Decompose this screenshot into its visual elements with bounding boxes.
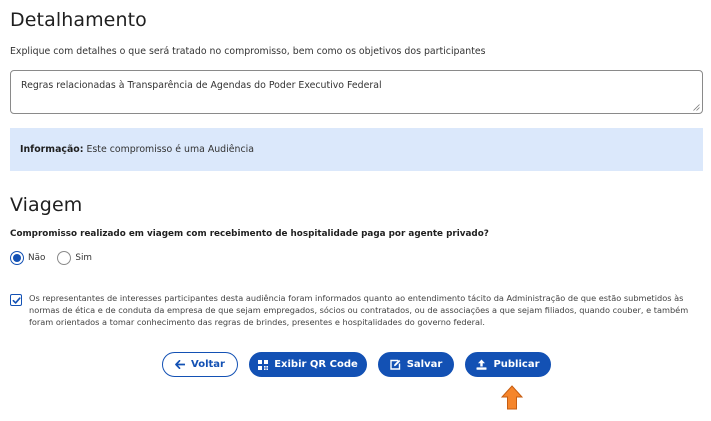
- arrow-left-icon: [175, 360, 186, 369]
- upload-icon: [476, 359, 487, 370]
- radio-nao[interactable]: [10, 251, 24, 265]
- radio-sim[interactable]: [57, 251, 72, 265]
- detalhamento-textarea[interactable]: Regras relacionadas à Transparência de A…: [10, 70, 703, 114]
- radio-nao-label[interactable]: Não: [28, 253, 45, 263]
- edit-icon: [390, 359, 401, 370]
- info-alert: Informação: Este compromisso é uma Audiê…: [10, 128, 703, 171]
- declaration-text[interactable]: Os representantes de interesses particip…: [29, 292, 700, 328]
- declaration-checkbox[interactable]: [10, 294, 22, 306]
- exibir-qr-code-button-label: Exibir QR Code: [274, 359, 358, 370]
- section-title-viagem: Viagem: [10, 194, 83, 216]
- radio-sim-label[interactable]: Sim: [75, 253, 92, 263]
- resize-grip-icon[interactable]: [693, 104, 700, 111]
- detalhamento-description: Explique com detalhes o que será tratado…: [10, 46, 486, 57]
- info-alert-label: Informação:: [20, 144, 84, 155]
- arrow-up-icon: [501, 385, 523, 410]
- voltar-button-label: Voltar: [191, 359, 225, 370]
- checkmark-icon: [12, 297, 21, 304]
- section-title-detalhamento: Detalhamento: [10, 9, 147, 31]
- detalhamento-textarea-value: Regras relacionadas à Transparência de A…: [21, 80, 382, 91]
- exibir-qr-code-button[interactable]: Exibir QR Code: [249, 352, 367, 377]
- declaration-row: Os representantes de interesses particip…: [10, 292, 700, 328]
- viagem-question: Compromisso realizado em viagem com rece…: [10, 229, 489, 239]
- publicar-button-label: Publicar: [493, 359, 540, 370]
- salvar-button[interactable]: Salvar: [378, 352, 454, 377]
- publicar-button[interactable]: Publicar: [465, 352, 551, 377]
- qr-code-icon: [258, 359, 269, 370]
- viagem-radio-group: Não Sim: [10, 251, 104, 265]
- salvar-button-label: Salvar: [406, 359, 443, 370]
- voltar-button[interactable]: Voltar: [162, 352, 238, 377]
- info-alert-text: Este compromisso é uma Audiência: [83, 144, 254, 155]
